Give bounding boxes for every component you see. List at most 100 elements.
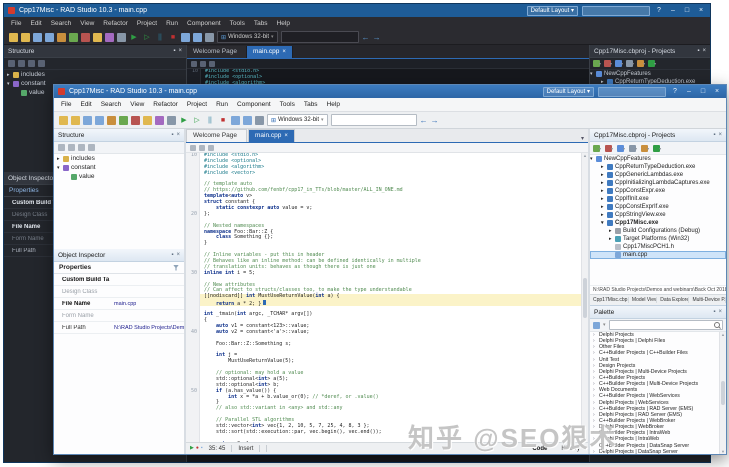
properties-tab[interactable]: Properties — [54, 262, 184, 274]
projects-view-tab[interactable]: Data Explorer — [657, 297, 689, 303]
open-file-icon[interactable] — [71, 116, 80, 125]
close-icon[interactable]: × — [718, 132, 722, 138]
sort-icon[interactable] — [28, 60, 35, 67]
help-button[interactable]: ? — [654, 7, 664, 15]
menu-item[interactable]: View — [80, 20, 94, 27]
projects-tool[interactable]: ▾ — [593, 60, 601, 67]
tree-item[interactable]: ▾constant — [54, 163, 184, 172]
open-project-icon[interactable] — [107, 116, 116, 125]
ide-search-input[interactable] — [582, 6, 650, 16]
collapse-icon[interactable] — [18, 60, 25, 67]
device-manager-icon[interactable] — [205, 33, 214, 42]
navigate-back-icon[interactable]: ← — [362, 33, 370, 42]
device-manager-icon[interactable] — [255, 116, 264, 125]
editor-tool-icon[interactable] — [209, 61, 215, 67]
close-button[interactable]: × — [696, 7, 706, 15]
projects-tool[interactable]: ▾ — [637, 60, 645, 67]
projects-tool[interactable]: ▾ — [629, 145, 637, 152]
project-tree-item[interactable]: ▸CppConstExpr.exe — [590, 187, 726, 195]
menu-item[interactable]: Run — [166, 20, 178, 27]
close-icon[interactable]: × — [178, 48, 182, 54]
projects-view-tab[interactable]: Multi-Device P... — [689, 297, 726, 303]
menu-item[interactable]: Tabs — [304, 101, 318, 108]
menu-item[interactable]: Project — [137, 20, 157, 27]
tab-close-icon[interactable]: × — [282, 46, 286, 58]
new-form-icon[interactable] — [93, 33, 102, 42]
maximize-button[interactable]: □ — [698, 88, 708, 96]
close-icon[interactable]: × — [176, 252, 180, 258]
project-tree-item[interactable]: ▸Build Configurations (Debug) — [590, 227, 726, 235]
add-to-project-icon[interactable] — [119, 116, 128, 125]
layout-combo[interactable]: Default Layout ▾ — [543, 87, 594, 97]
maximize-button[interactable]: □ — [682, 7, 692, 15]
project-tree-item[interactable]: ▸CppIfInit.exe — [590, 195, 726, 203]
menu-item[interactable]: Tools — [280, 101, 295, 108]
projects-tool[interactable]: ▾ — [593, 145, 601, 152]
step-over-icon[interactable] — [231, 116, 240, 125]
filter-icon[interactable] — [173, 265, 179, 271]
remove-from-project-icon[interactable] — [131, 116, 140, 125]
pin-icon[interactable]: ▪ — [171, 132, 173, 138]
layout-combo[interactable]: Default Layout ▾ — [527, 6, 578, 16]
expand-icon[interactable] — [8, 60, 15, 67]
property-row[interactable]: Design Class — [54, 286, 184, 298]
menu-item[interactable]: Refactor — [103, 20, 128, 27]
menu-item[interactable]: File — [61, 101, 71, 108]
refresh-icon[interactable] — [38, 60, 45, 67]
close-icon[interactable]: × — [718, 309, 722, 315]
project-tree-item[interactable]: Cpp17MiscPCH1.h — [590, 243, 726, 251]
projects-tool[interactable]: ▾ — [604, 60, 612, 67]
editor-scrollbar[interactable]: ▲▼ — [581, 153, 588, 442]
editor-tool-icon[interactable] — [208, 145, 214, 151]
property-row[interactable]: File Namemain.cpp — [54, 298, 184, 310]
sort-icon[interactable] — [78, 144, 85, 151]
component-icon[interactable] — [593, 322, 600, 329]
package-icon[interactable] — [155, 116, 164, 125]
step-over-icon[interactable] — [181, 33, 190, 42]
menu-item[interactable]: Help — [327, 101, 340, 108]
search-combo[interactable] — [331, 114, 417, 126]
compile-icon[interactable] — [117, 33, 126, 42]
tab-close-icon[interactable]: × — [284, 130, 288, 142]
menu-item[interactable]: Tabs — [254, 20, 268, 27]
pin-icon[interactable]: ▪ — [171, 252, 173, 258]
project-tree-item[interactable]: ▸Target Platforms (Win32) — [590, 235, 726, 243]
pin-icon[interactable]: ▪ — [173, 48, 175, 54]
run-without-debugging-icon[interactable]: ▷ — [192, 116, 202, 125]
open-file-icon[interactable] — [21, 33, 30, 42]
navigate-forward-icon[interactable]: → — [431, 116, 439, 125]
compile-icon[interactable] — [167, 116, 176, 125]
editor-tool-icon[interactable] — [190, 145, 196, 151]
projects-tool[interactable]: ▾ — [653, 145, 661, 152]
minimize-button[interactable]: – — [668, 7, 678, 15]
menu-item[interactable]: File — [11, 20, 21, 27]
run-icon[interactable]: ▶ — [129, 33, 139, 42]
editor-tool-icon[interactable] — [191, 61, 197, 67]
tree-item[interactable]: ▸includes — [4, 70, 186, 79]
stop-icon[interactable]: ■ — [168, 33, 178, 42]
save-all-icon[interactable] — [45, 33, 54, 42]
project-tree-item[interactable]: ▸CppReturnTypeDeduction.exe — [590, 163, 726, 171]
help-button[interactable]: ? — [670, 88, 680, 96]
chevron-down-icon[interactable]: ▾ — [581, 135, 588, 142]
projects-tool[interactable]: ▾ — [626, 60, 634, 67]
run-icon[interactable]: ▶ — [179, 116, 189, 125]
package-icon[interactable] — [105, 33, 114, 42]
project-tree-item[interactable]: ▾NewCppFeatures — [590, 70, 710, 78]
editor-tab[interactable]: Welcome Page — [186, 129, 247, 142]
close-icon[interactable]: × — [176, 132, 180, 138]
menu-item[interactable]: View — [130, 101, 144, 108]
minimize-button[interactable]: – — [684, 88, 694, 96]
close-button[interactable]: × — [712, 88, 722, 96]
projects-tool[interactable]: ▾ — [617, 145, 625, 152]
pin-icon[interactable]: ▪ — [713, 132, 715, 138]
menu-item[interactable]: Component — [187, 20, 221, 27]
projects-tool[interactable]: ▾ — [641, 145, 649, 152]
menu-item[interactable]: Component — [237, 101, 271, 108]
trace-into-icon[interactable] — [193, 33, 202, 42]
code-editor[interactable]: 10#include <stdio.h>#include <optional>#… — [186, 153, 581, 442]
run-without-debugging-icon[interactable]: ▷ — [142, 33, 152, 42]
menu-item[interactable]: Edit — [30, 20, 41, 27]
project-tree-item[interactable]: ▾Cpp17Misc.exe — [590, 219, 726, 227]
menu-item[interactable]: Search — [51, 20, 72, 27]
